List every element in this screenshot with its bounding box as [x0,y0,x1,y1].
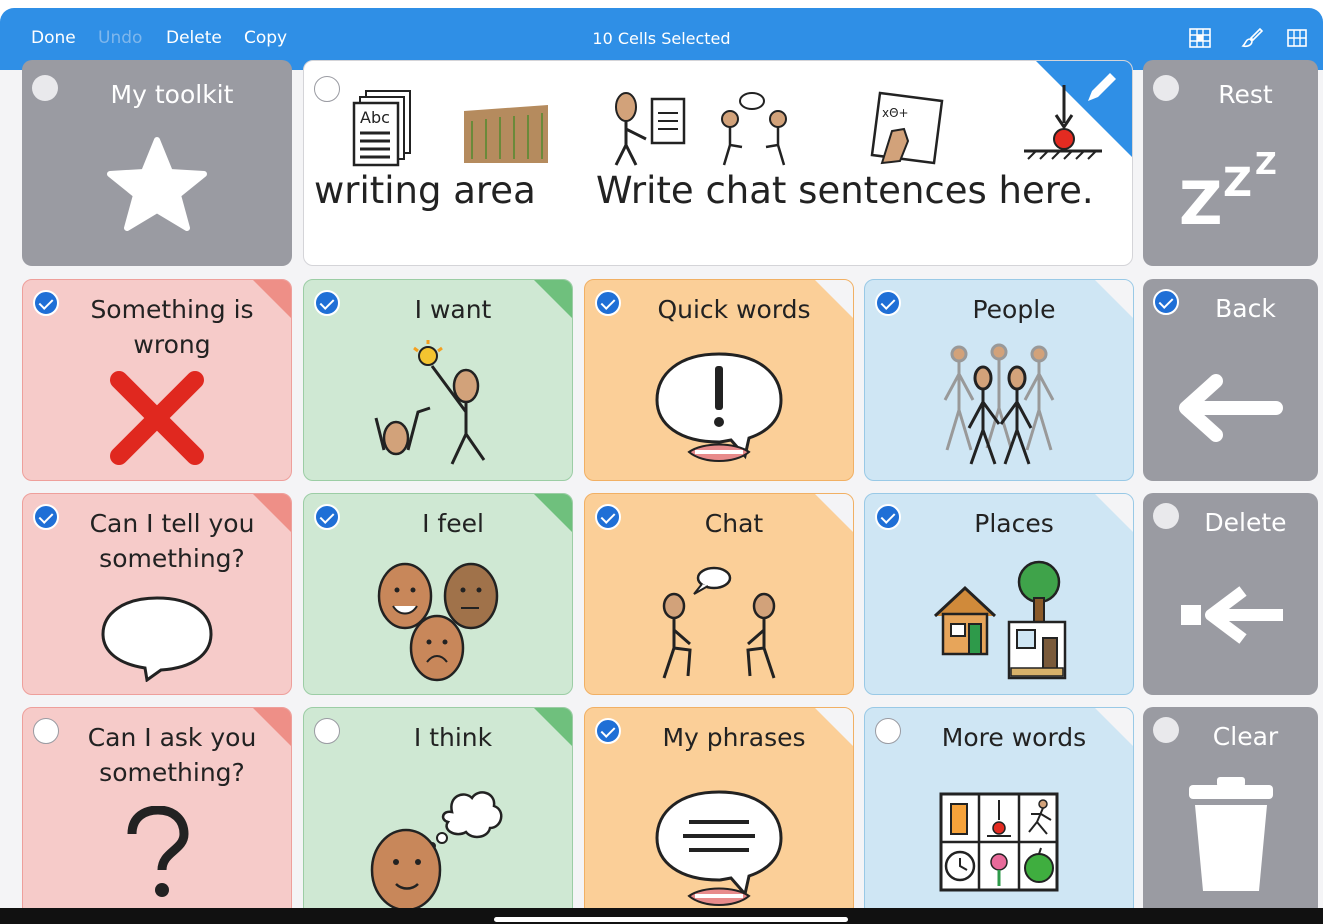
selection-checkbox[interactable] [1153,75,1179,101]
grid-icon[interactable] [1285,26,1309,50]
backspace-icon [1143,585,1318,645]
cell-label: Something is wrong [90,295,254,359]
cell-label: Chat [704,509,764,538]
cell-people[interactable]: People [864,279,1134,481]
cell-label: Rest [1218,80,1273,109]
selection-checkbox[interactable] [33,504,59,530]
two-people-chatting-icon [721,92,787,166]
cell-label: Can I tell you something? [89,509,255,573]
cell-label: I think [413,723,493,752]
selection-checkbox[interactable] [595,718,621,744]
thinking-face-icon [304,782,572,912]
two-people-chatting-icon [585,564,853,682]
cell-clear[interactable]: Clear [1143,707,1318,917]
words-grid-icon [865,792,1133,892]
cell-back[interactable]: Back [1143,279,1318,481]
cell-label: I feel [422,509,484,538]
text-document-icon: Abc [352,90,411,167]
home-indicator[interactable] [494,917,848,922]
cell-i-want[interactable]: I want [303,279,573,481]
writing-area-sentence: Write chat sentences here. [596,169,1094,212]
cell-label: Clear [1212,722,1279,751]
hand-writing-icon: xΘ+ [870,91,944,165]
selection-checkbox[interactable] [595,290,621,316]
symbol-grid: My toolkit Abc writing area xΘ+ Write ch… [0,60,1323,917]
cell-rest[interactable]: Rest Z Z Z [1143,60,1318,266]
selection-checkbox[interactable] [314,504,340,530]
cell-delete[interactable]: Delete [1143,493,1318,695]
copy-button[interactable]: Copy [244,28,287,48]
selection-checkbox[interactable] [875,504,901,530]
cell-i-feel[interactable]: I feel [303,493,573,695]
star-icon [22,134,292,234]
exclamation-speech-icon [585,348,853,468]
cell-label: My toolkit [110,80,234,109]
paint-brush-icon[interactable] [1240,26,1264,50]
delete-toolbar-button[interactable]: Delete [166,28,222,48]
selection-checkbox[interactable] [875,718,901,744]
cell-can-i-ask-you[interactable]: Can I ask you something? [22,707,292,917]
people-group-icon [865,340,1133,468]
selection-checkbox[interactable] [314,718,340,744]
cell-i-think[interactable]: I think [303,707,573,917]
writing-area-label: writing area [314,169,536,212]
svg-text:Z: Z [1255,147,1277,182]
cell-label: Can I ask you something? [87,723,257,787]
cell-label: More words [941,723,1087,752]
question-mark-icon [23,806,291,900]
trash-can-icon [1143,775,1318,893]
selection-checkbox[interactable] [1153,717,1179,743]
cell-label: Quick words [657,295,811,324]
selection-checkbox[interactable] [314,290,340,316]
cell-label: Places [974,509,1054,538]
house-tree-icon [865,560,1133,682]
person-writing-icon [614,92,686,166]
app-window: Done Undo Delete Copy 10 Cells Selected … [0,0,1323,924]
faces-icon [304,562,572,682]
cell-label: People [972,295,1056,324]
cell-label: I want [414,295,492,324]
back-arrow-icon [1143,373,1318,443]
cell-label: My phrases [662,723,806,752]
cell-quick-words[interactable]: Quick words [584,279,854,481]
selection-checkbox[interactable] [32,75,58,101]
done-button[interactable]: Done [31,28,76,48]
phrases-speech-icon [585,786,853,910]
selection-checkbox[interactable] [1153,289,1179,315]
cell-my-toolkit[interactable]: My toolkit [22,60,292,266]
cell-more-words[interactable]: More words [864,707,1134,917]
selection-checkbox[interactable] [33,290,59,316]
svg-text:Z: Z [1179,169,1223,230]
selection-checkbox[interactable] [875,290,901,316]
cell-something-is-wrong[interactable]: Something is wrong [22,279,292,481]
grid-style-icon[interactable] [1188,26,1212,50]
selection-checkbox[interactable] [1153,503,1179,529]
cell-chat[interactable]: Chat [584,493,854,695]
here-marker-icon [1024,85,1102,160]
i-want-symbol-icon [304,338,572,468]
writing-area-cell[interactable]: Abc writing area xΘ+ Write chat sentence… [303,60,1133,266]
selection-checkbox[interactable] [595,504,621,530]
cell-can-i-tell-you[interactable]: Can I tell you something? [22,493,292,695]
zzz-icon: Z Z Z [1143,140,1318,230]
cell-label: Delete [1204,508,1287,537]
selection-checkbox[interactable] [314,76,340,102]
svg-text:Abc: Abc [360,108,390,127]
speech-bubble-icon [23,592,291,682]
undo-button[interactable]: Undo [98,28,142,48]
cell-my-phrases[interactable]: My phrases [584,707,854,917]
svg-text:Z: Z [1223,160,1252,206]
red-cross-icon [23,368,291,468]
cell-places[interactable]: Places [864,493,1134,695]
selection-checkbox[interactable] [33,718,59,744]
cell-label: Back [1215,294,1276,323]
field-icon [464,97,548,163]
svg-text:xΘ+: xΘ+ [882,106,909,120]
